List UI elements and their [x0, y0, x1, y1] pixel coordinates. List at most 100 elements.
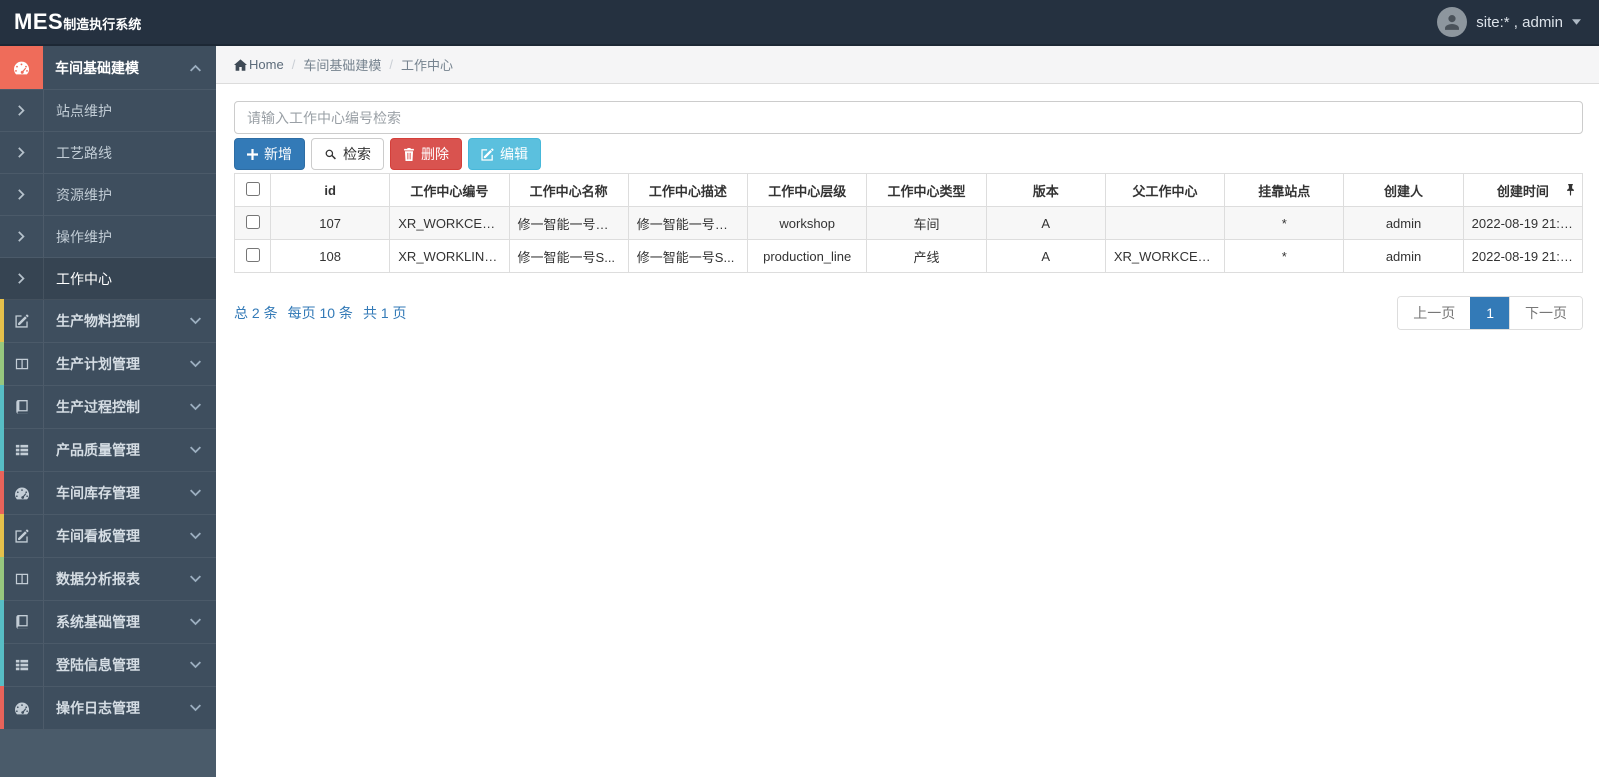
- tachometer-icon: [0, 46, 43, 89]
- plus-icon: [247, 149, 258, 160]
- current-page-button[interactable]: 1: [1470, 297, 1509, 329]
- column-header-version[interactable]: 版本: [985, 173, 1106, 207]
- column-header-code[interactable]: 工作中心编号: [389, 173, 510, 207]
- topbar: MES 制造执行系统 site:* , admin: [0, 0, 1599, 46]
- sidebar-group-label: 生产过程控制: [56, 399, 140, 415]
- chevron-right-icon: [0, 258, 44, 299]
- sidebar-item-label: 资源维护: [56, 186, 112, 203]
- sidebar-group-system-basic-management[interactable]: 系统基础管理: [0, 600, 216, 644]
- column-header-creator[interactable]: 创建人: [1343, 173, 1464, 207]
- column-header-description[interactable]: 工作中心描述: [627, 173, 749, 207]
- sidebar-filler: [0, 730, 216, 777]
- app-logo[interactable]: MES 制造执行系统: [14, 9, 141, 35]
- chevron-down-icon: [190, 704, 201, 712]
- sidebar-group-label: 车间库存管理: [56, 485, 140, 501]
- chevron-right-icon: [0, 90, 44, 131]
- work-center-search-input[interactable]: [234, 101, 1583, 134]
- group-color-strip: [0, 428, 4, 471]
- column-header-parent[interactable]: 父工作中心: [1104, 173, 1226, 207]
- tachometer-icon: [0, 472, 44, 514]
- caret-down-icon: [1572, 19, 1581, 25]
- sidebar-group-workshop-kanban-management[interactable]: 车间看板管理: [0, 514, 216, 558]
- delete-button[interactable]: 删除: [390, 138, 462, 170]
- breadcrumb: Home / 车间基础建模 / 工作中心: [216, 46, 1599, 84]
- sidebar-group-data-analysis-report[interactable]: 数据分析报表: [0, 557, 216, 601]
- pin-icon[interactable]: [1566, 184, 1575, 196]
- sidebar-group-workshop-inventory-management[interactable]: 车间库存管理: [0, 471, 216, 515]
- group-color-strip: [0, 557, 4, 600]
- trash-icon: [403, 148, 415, 161]
- row-select-checkbox[interactable]: [245, 214, 260, 229]
- column-header-name[interactable]: 工作中心名称: [508, 173, 629, 207]
- sidebar-group-operation-log-management[interactable]: 操作日志管理: [0, 686, 216, 730]
- chevron-down-icon: [190, 532, 201, 540]
- pencil-square-icon: [0, 515, 44, 557]
- home-icon: [234, 59, 247, 71]
- chevron-right-icon: [0, 174, 44, 215]
- chevron-down-icon: [190, 317, 201, 325]
- next-page-button[interactable]: 下一页: [1509, 297, 1582, 329]
- sidebar-group-production-plan-management[interactable]: 生产计划管理: [0, 342, 216, 386]
- sidebar-group-login-info-management[interactable]: 登陆信息管理: [0, 643, 216, 687]
- group-color-strip: [0, 643, 4, 686]
- sidebar-item-label: 站点维护: [56, 102, 112, 119]
- pencil-square-icon: [0, 300, 44, 342]
- breadcrumb-current: 工作中心: [400, 58, 453, 73]
- table-row[interactable]: 107 XR_WORKCEN... 修一智能一号车间 修一智能一号车间 work…: [234, 206, 1584, 240]
- sidebar-group-label: 操作日志管理: [56, 700, 140, 716]
- sidebar-group-label: 登陆信息管理: [56, 657, 140, 673]
- add-button[interactable]: 新增: [234, 138, 305, 170]
- sidebar-group-label: 数据分析报表: [56, 571, 140, 587]
- sidebar-item-label: 操作维护: [56, 228, 112, 245]
- group-color-strip: [0, 299, 4, 342]
- sidebar: 车间基础建模 站点维护 工艺路线 资源维护 操作维护 工作中心 生产物料控制 生…: [0, 46, 216, 777]
- sidebar-group-label: 生产计划管理: [56, 356, 140, 372]
- sidebar-group-production-process-control[interactable]: 生产过程控制: [0, 385, 216, 429]
- chevron-right-icon: [0, 216, 44, 257]
- column-header-id[interactable]: id: [269, 173, 391, 207]
- pagination-summary: 总 2 条每页 10 条共 1 页: [234, 305, 407, 321]
- sidebar-group-label: 生产物料控制: [56, 313, 140, 329]
- column-header-type[interactable]: 工作中心类型: [866, 173, 987, 207]
- sidebar-group-product-quality-management[interactable]: 产品质量管理: [0, 428, 216, 472]
- columns-icon: [0, 558, 44, 600]
- group-color-strip: [0, 385, 4, 428]
- group-color-strip: [0, 342, 4, 385]
- table-row[interactable]: 108 XR_WORKLINE... 修一智能一号S... 修一智能一号S...…: [234, 239, 1584, 273]
- breadcrumb-level1[interactable]: 车间基础建模: [303, 55, 381, 74]
- sidebar-item-station-maintenance[interactable]: 站点维护: [0, 90, 216, 132]
- column-header-station[interactable]: 挂靠站点: [1224, 173, 1345, 207]
- sidebar-item-resource-maintenance[interactable]: 资源维护: [0, 174, 216, 216]
- select-all-checkbox[interactable]: [245, 181, 260, 196]
- book-icon: [0, 386, 44, 428]
- chevron-down-icon: [190, 575, 201, 583]
- chevron-down-icon: [190, 446, 201, 454]
- app-logo-mes: MES: [14, 9, 64, 34]
- sidebar-item-work-center[interactable]: 工作中心: [0, 258, 216, 300]
- search-icon: [324, 148, 337, 161]
- column-header-create-time[interactable]: 创建时间: [1462, 173, 1584, 207]
- prev-page-button[interactable]: 上一页: [1398, 297, 1471, 329]
- pagination: 上一页 1 下一页: [1397, 296, 1583, 330]
- sidebar-group-label: 产品质量管理: [56, 442, 140, 458]
- th-list-icon: [0, 644, 44, 686]
- sidebar-group-label: 系统基础管理: [56, 614, 140, 630]
- breadcrumb-separator: /: [291, 57, 296, 72]
- sidebar-group-production-material-control[interactable]: 生产物料控制: [0, 299, 216, 343]
- row-select-checkbox[interactable]: [245, 247, 260, 262]
- search-button[interactable]: 检索: [311, 138, 384, 170]
- book-icon: [0, 601, 44, 643]
- chevron-down-icon: [190, 618, 201, 626]
- breadcrumb-home-link[interactable]: Home: [234, 57, 284, 72]
- sidebar-item-process-route[interactable]: 工艺路线: [0, 132, 216, 174]
- sidebar-item-operation-maintenance[interactable]: 操作维护: [0, 216, 216, 258]
- edit-button[interactable]: 编辑: [468, 138, 541, 170]
- column-header-level[interactable]: 工作中心层级: [747, 173, 868, 207]
- group-color-strip: [0, 600, 4, 643]
- th-list-icon: [0, 429, 44, 471]
- chevron-right-icon: [0, 132, 44, 173]
- user-menu[interactable]: site:* , admin: [1437, 7, 1581, 37]
- sidebar-group-workshop-basic-modeling[interactable]: 车间基础建模: [0, 46, 216, 90]
- group-color-strip: [0, 514, 4, 557]
- sidebar-item-label: 工艺路线: [56, 144, 112, 161]
